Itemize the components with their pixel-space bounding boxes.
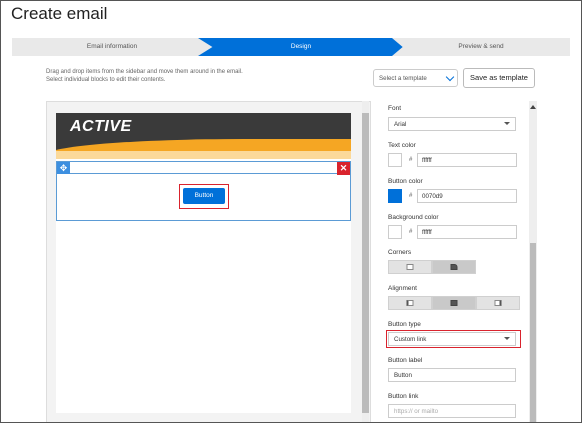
- step-email-information[interactable]: Email information: [12, 38, 212, 56]
- email-canvas: ACTIVE ✥ ✕ Button: [46, 101, 371, 422]
- text-color-hash: #: [409, 157, 413, 163]
- button-color-hash: #: [409, 193, 413, 199]
- chevron-down-icon: [445, 72, 455, 82]
- scrollbar-thumb[interactable]: [362, 113, 369, 413]
- save-as-template-button[interactable]: Save as template: [463, 68, 535, 88]
- active-logo: ACTIVE: [70, 118, 132, 135]
- step-preview-send[interactable]: Preview & send: [392, 38, 570, 56]
- header-banner[interactable]: ACTIVE: [56, 113, 351, 159]
- button-color-input[interactable]: 0070d9: [417, 189, 517, 203]
- button-color-label: Button color: [388, 178, 423, 185]
- align-center-option[interactable]: [432, 296, 476, 310]
- button-highlight: Button: [179, 184, 229, 209]
- template-select[interactable]: Select a template: [373, 69, 458, 87]
- font-label: Font: [388, 105, 402, 112]
- step-design[interactable]: Design: [198, 38, 404, 56]
- background-color-input[interactable]: ffffff: [417, 225, 517, 239]
- move-icon[interactable]: ✥: [57, 162, 70, 174]
- block-toolbar: ✥ ✕: [57, 162, 350, 175]
- button-color-swatch[interactable]: [388, 189, 402, 203]
- caret-down-icon: [504, 122, 510, 125]
- instructions-line-2: Select individual blocks to edit their c…: [46, 77, 166, 83]
- button-link-input[interactable]: https:// or mailto: [388, 404, 516, 418]
- background-color-label: Background color: [388, 214, 439, 221]
- button-type-select[interactable]: Custom link: [388, 332, 516, 346]
- scroll-up-arrow-icon[interactable]: [530, 105, 536, 109]
- scrollbar-thumb[interactable]: [530, 243, 536, 422]
- email-body: ACTIVE ✥ ✕ Button: [56, 113, 351, 413]
- button-label-input[interactable]: Button: [388, 368, 516, 382]
- background-color-hash: #: [409, 229, 413, 235]
- page-title: Create email: [11, 4, 108, 23]
- button-type-value: Custom link: [394, 336, 427, 343]
- corners-square-option[interactable]: [388, 260, 432, 274]
- properties-panel: Font Arial Text color # ffffff Button co…: [381, 101, 529, 422]
- align-right-option[interactable]: [476, 296, 520, 310]
- instructions-line-1: Drag and drop items from the sidebar and…: [46, 69, 243, 75]
- instructions: Drag and drop items from the sidebar and…: [46, 68, 306, 84]
- banner-light-swoosh: [56, 151, 351, 159]
- step-label: Email information: [86, 43, 138, 50]
- panel-scrollbar[interactable]: [529, 101, 537, 422]
- caret-down-icon: [504, 337, 510, 340]
- text-color-label: Text color: [388, 142, 416, 149]
- step-progress-bar: Email information Design Preview & send: [12, 38, 570, 56]
- text-color-input[interactable]: ffffff: [417, 153, 517, 167]
- align-left-option[interactable]: [388, 296, 432, 310]
- template-select-value: Select a template: [379, 75, 427, 82]
- alignment-label: Alignment: [388, 285, 417, 292]
- text-color-swatch[interactable]: [388, 153, 402, 167]
- align-left-icon: [406, 300, 414, 306]
- corners-rounded-option[interactable]: [432, 260, 476, 274]
- align-center-icon: [450, 300, 458, 306]
- rounded-corner-icon: [450, 264, 458, 270]
- email-button[interactable]: Button: [183, 188, 225, 204]
- font-select[interactable]: Arial: [388, 117, 516, 131]
- button-label-label: Button label: [388, 357, 423, 364]
- align-right-icon: [494, 300, 502, 306]
- button-block[interactable]: ✥ ✕ Button: [56, 161, 351, 221]
- font-select-value: Arial: [394, 121, 407, 128]
- button-type-label: Button type: [388, 321, 421, 328]
- corners-label: Corners: [388, 249, 412, 256]
- step-label: Preview & send: [458, 43, 504, 50]
- canvas-scrollbar[interactable]: [362, 101, 369, 422]
- step-label: Design: [290, 43, 312, 50]
- button-link-label: Button link: [388, 393, 419, 400]
- close-icon[interactable]: ✕: [337, 162, 350, 175]
- background-color-swatch[interactable]: [388, 225, 402, 239]
- app-window: Create email Email information Design Pr…: [0, 0, 582, 423]
- square-corner-icon: [406, 264, 414, 270]
